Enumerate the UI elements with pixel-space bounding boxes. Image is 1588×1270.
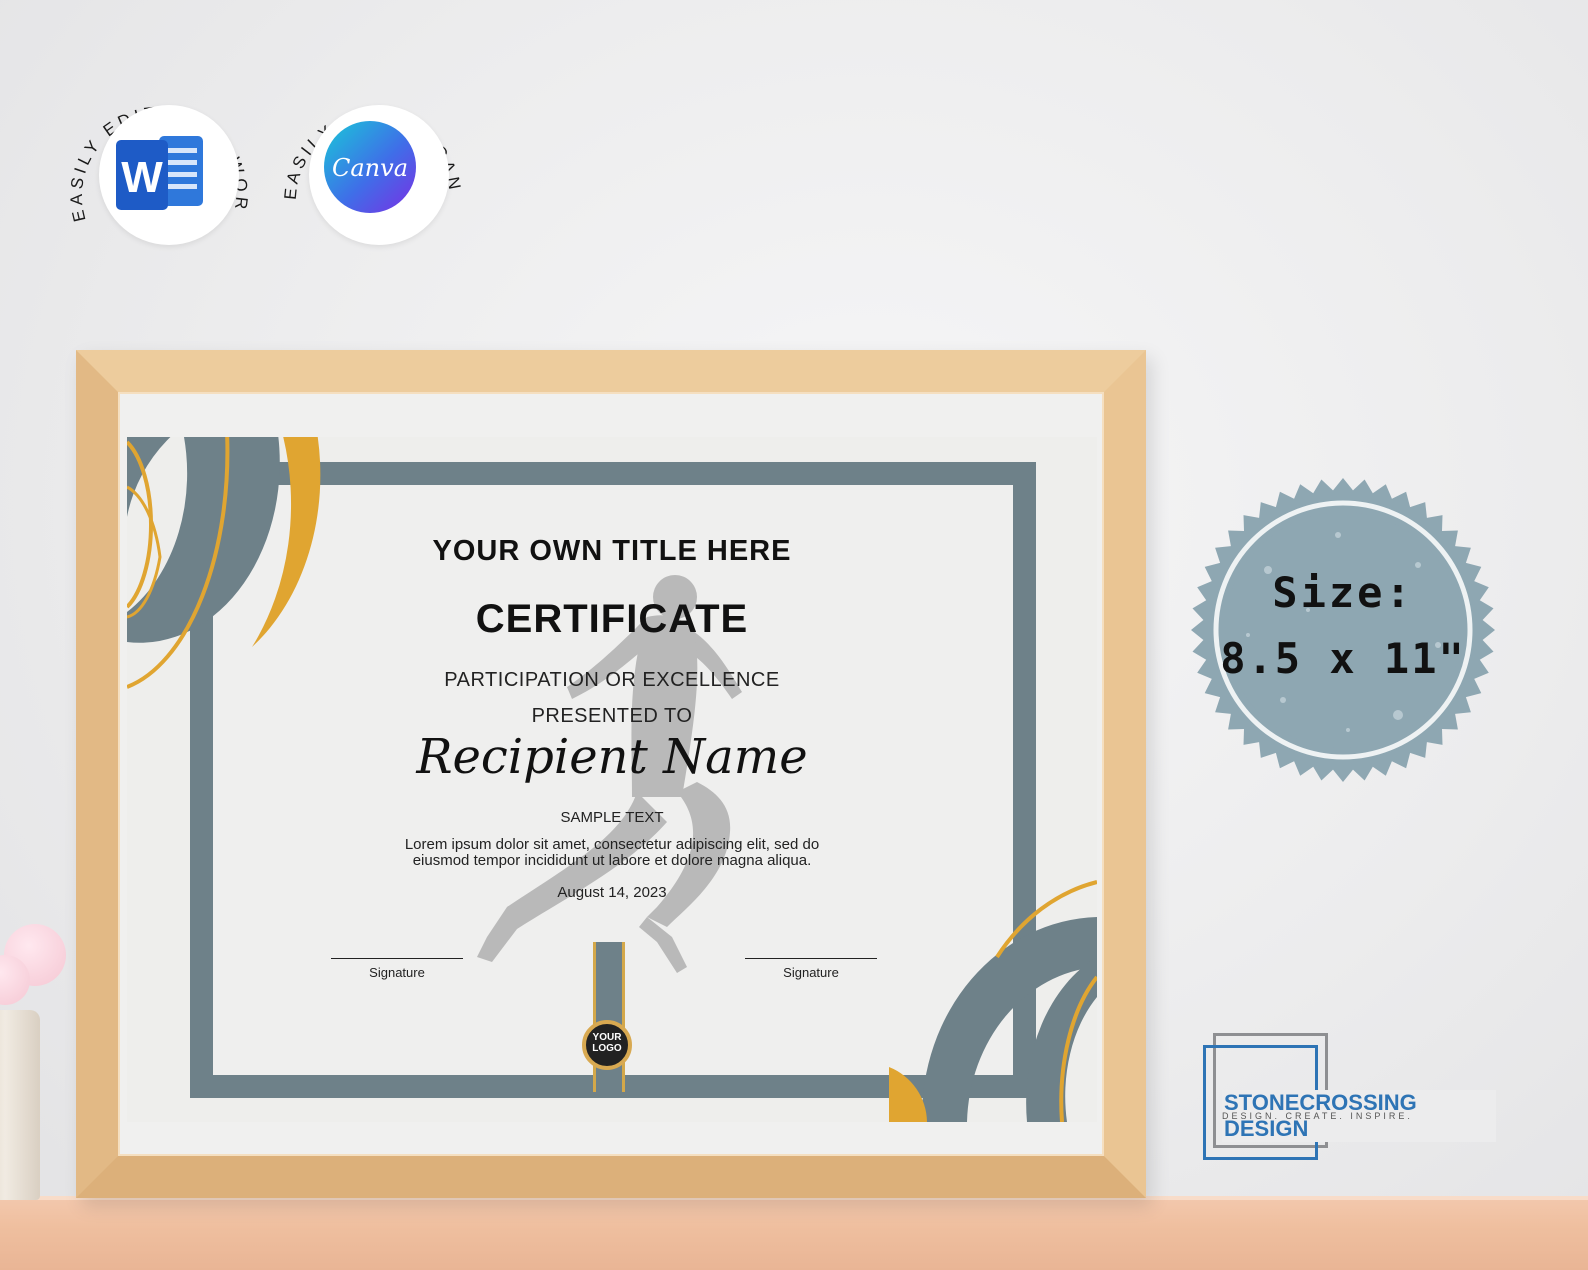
certificate-date: August 14, 2023: [557, 884, 667, 901]
svg-text:W: W: [121, 153, 163, 202]
brand-tagline: DESIGN. CREATE. INSPIRE.: [1222, 1111, 1413, 1121]
signature-label-right: Signature: [783, 965, 839, 980]
recipient-name: Recipient Name: [416, 729, 808, 785]
certificate: YOUR OWN TITLE HERE CERTIFICATE PARTICIP…: [127, 437, 1097, 1122]
vase: [0, 1010, 40, 1200]
signature-line-left: [331, 958, 463, 959]
certificate-custom-title: YOUR OWN TITLE HERE: [432, 535, 792, 567]
seal-line-2: LOGO: [592, 1043, 622, 1054]
body-line-2: eiusmod tempor incididunt ut labore et d…: [412, 852, 812, 869]
signature-line-right: [745, 958, 877, 959]
canva-icon: Canva: [324, 121, 416, 213]
canva-badge: EASILY EDIT IN CANVA Canva: [266, 55, 464, 260]
word-badge: EASILY EDIT IN MS WORD W: [56, 55, 254, 260]
certificate-body: Lorem ipsum dolor sit amet, consectetur …: [127, 837, 1097, 869]
size-value: 8.5 x 11": [1220, 634, 1466, 683]
body-line-1: Lorem ipsum dolor sit amet, consectetur …: [404, 836, 820, 853]
presented-to-label: PRESENTED TO: [531, 705, 693, 727]
size-label: Size:: [1272, 568, 1414, 617]
size-stamp: [1191, 478, 1495, 782]
shelf: [0, 1198, 1588, 1270]
seal-line-1: YOUR: [592, 1032, 622, 1043]
certificate-heading: CERTIFICATE: [475, 597, 749, 641]
seal-icon: YOUR LOGO: [582, 1020, 632, 1070]
certificate-subheading: PARTICIPATION OR EXCELLENCE: [444, 669, 780, 691]
svg-text:Canva: Canva: [332, 154, 408, 182]
seal-text: YOUR LOGO: [586, 1032, 628, 1054]
sample-text: SAMPLE TEXT: [560, 809, 664, 826]
ms-word-icon: W: [116, 136, 203, 210]
signature-label-left: Signature: [369, 965, 425, 980]
